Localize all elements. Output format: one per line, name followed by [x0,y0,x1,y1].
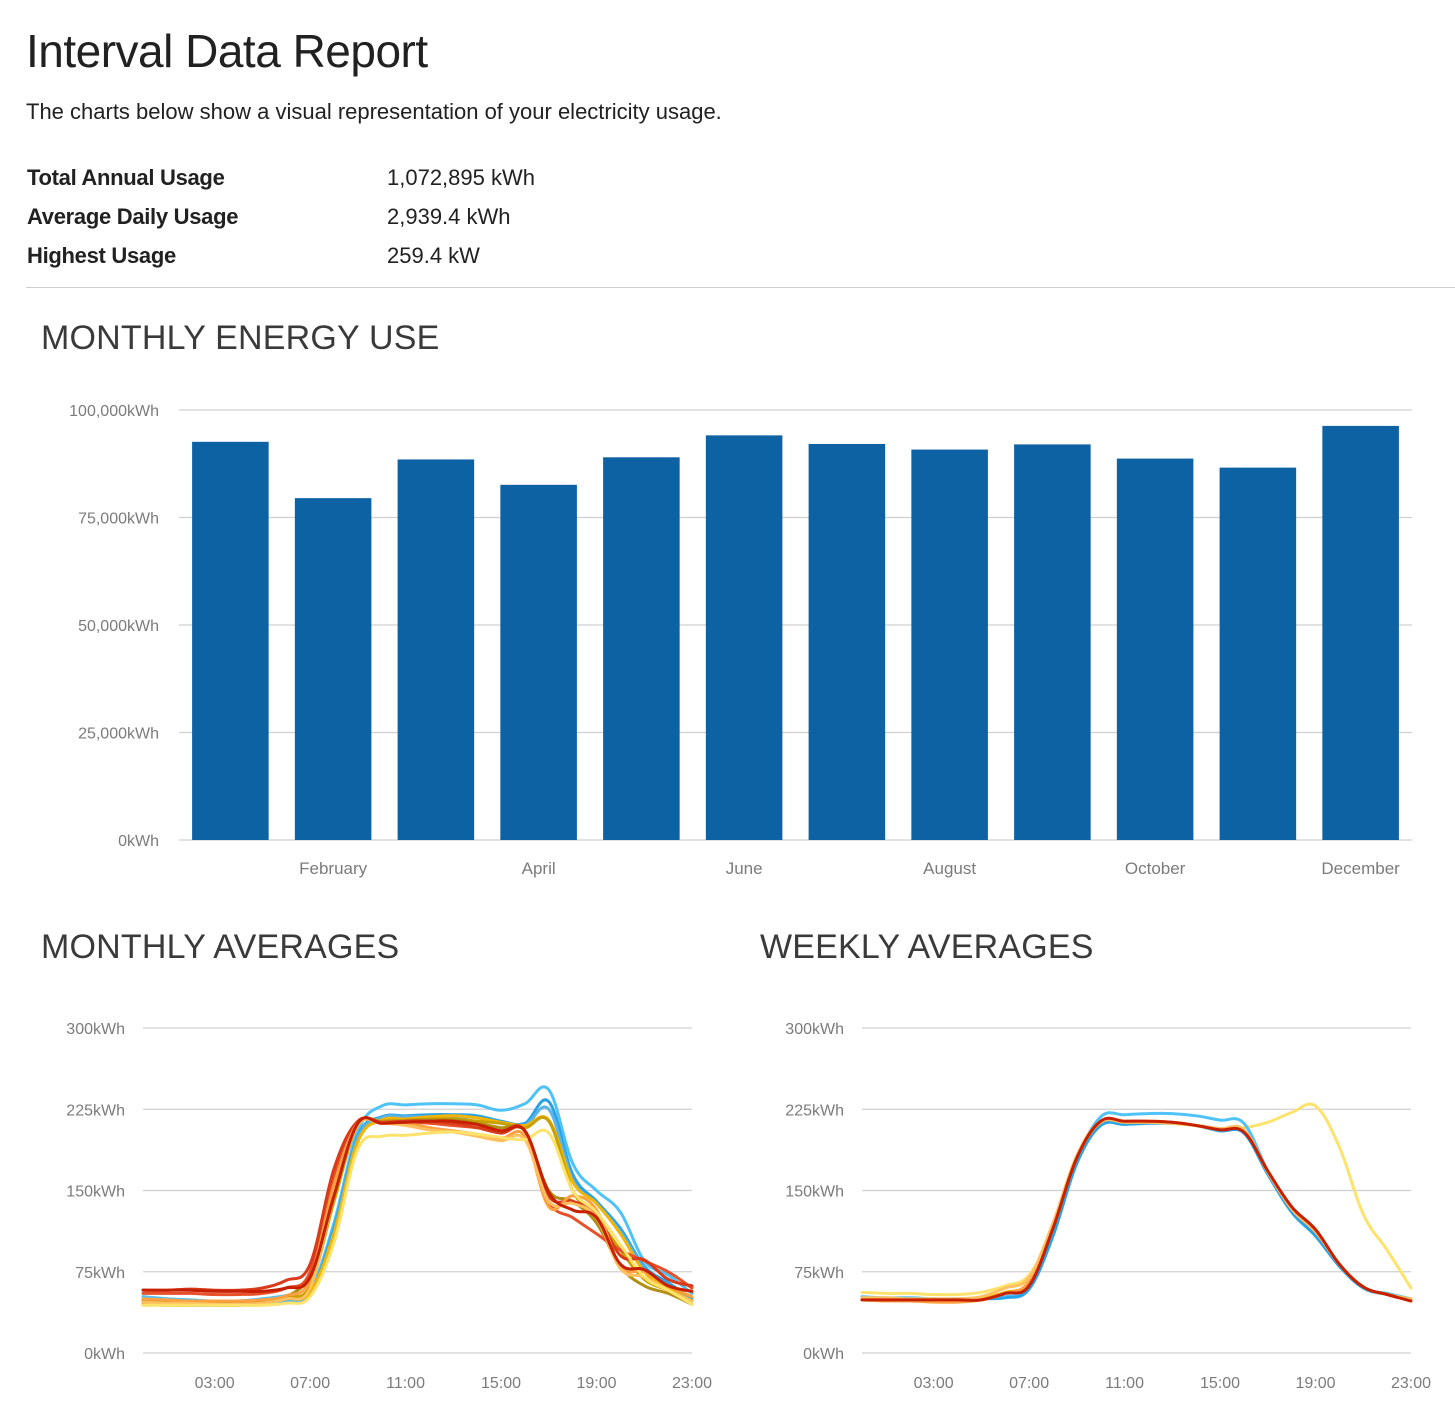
x-tick-label: August [923,859,976,878]
weekly-averages-chart: 0kWh 75kWh 150kWh 225kWh 300kWh 03:00 07:00 11:… [785,1021,1431,1392]
y-tick-label: 75,000kWh [78,511,159,528]
line-series-april[interactable] [141,1114,694,1307]
bar-may[interactable] [603,457,680,840]
bar-april[interactable] [500,484,577,840]
x-tick-label: April [522,859,556,878]
y-tick-label: 75kWh [794,1265,844,1282]
x-tick-label: 11:00 [1105,1375,1144,1392]
x-tick-label: 11:00 [386,1375,425,1392]
x-tick-label: 03:00 [195,1375,235,1392]
x-tick-label: 23:00 [1391,1375,1431,1392]
y-tick-label: 0kWh [803,1346,844,1363]
x-tick-label: 07:00 [290,1375,330,1392]
line-series-december[interactable] [141,1116,694,1294]
x-tick-label: June [726,859,763,878]
x-tick-label: February [299,859,368,878]
line-series-sunday[interactable] [860,1102,1413,1297]
bar-march[interactable] [397,459,475,840]
y-tick-label: 75kWh [75,1265,125,1282]
line-series-may[interactable] [141,1115,694,1305]
line-series-monday[interactable] [860,1111,1413,1301]
bar-july[interactable] [808,443,886,840]
y-tick-label: 150kWh [785,1184,844,1201]
y-tick-label: 50,000kWh [78,618,159,635]
y-tick-label: 150kWh [66,1184,125,1201]
line-series-august[interactable] [141,1116,694,1292]
bar-june[interactable] [705,435,783,840]
charts-canvas: 0kWh 25,000kWh 50,000kWh 75,000kWh 100,000kW… [66,403,1431,1392]
line-series-tuesday[interactable] [860,1120,1413,1302]
line-series-september[interactable] [141,1116,694,1303]
monthly-averages-chart: 0kWh 75kWh 150kWh 225kWh 300kWh 03:00 07:00 11:… [66,1021,712,1392]
line-series-october[interactable] [141,1117,694,1306]
x-tick-label: 03:00 [914,1375,954,1392]
monthly-energy-chart: 0kWh 25,000kWh 50,000kWh 75,000kWh 100,000kW… [69,403,1412,878]
x-tick-label: 07:00 [1009,1375,1049,1392]
line-series-wednesday[interactable] [860,1117,1413,1303]
bar-december[interactable] [1322,425,1399,840]
y-tick-label: 100,000kWh [69,403,159,420]
bar-february[interactable] [294,498,372,840]
line-series-march[interactable] [141,1105,694,1307]
bar-september[interactable] [1014,444,1091,840]
bar-january[interactable] [192,441,269,840]
x-tick-label: 23:00 [672,1375,712,1392]
x-tick-label: 15:00 [481,1375,521,1392]
x-tick-label: December [1321,859,1400,878]
x-tick-label: 19:00 [576,1375,616,1392]
x-tick-label: 15:00 [1200,1375,1240,1392]
y-tick-label: 225kWh [785,1102,844,1119]
x-tick-label: October [1125,859,1186,878]
line-series-thursday[interactable] [860,1116,1413,1304]
y-tick-label: 300kWh [66,1021,125,1038]
bar-november[interactable] [1219,467,1297,840]
line-series-june[interactable] [141,1116,694,1306]
y-tick-label: 225kWh [66,1102,125,1119]
y-tick-label: 0kWh [84,1346,125,1363]
line-series-saturday[interactable] [860,1116,1413,1303]
y-tick-label: 25,000kWh [78,726,159,743]
y-tick-label: 300kWh [785,1021,844,1038]
line-series-july[interactable] [141,1117,694,1297]
y-tick-label: 0kWh [118,833,159,850]
x-tick-label: 19:00 [1295,1375,1335,1392]
bar-august[interactable] [911,449,988,840]
bar-october[interactable] [1116,458,1194,840]
